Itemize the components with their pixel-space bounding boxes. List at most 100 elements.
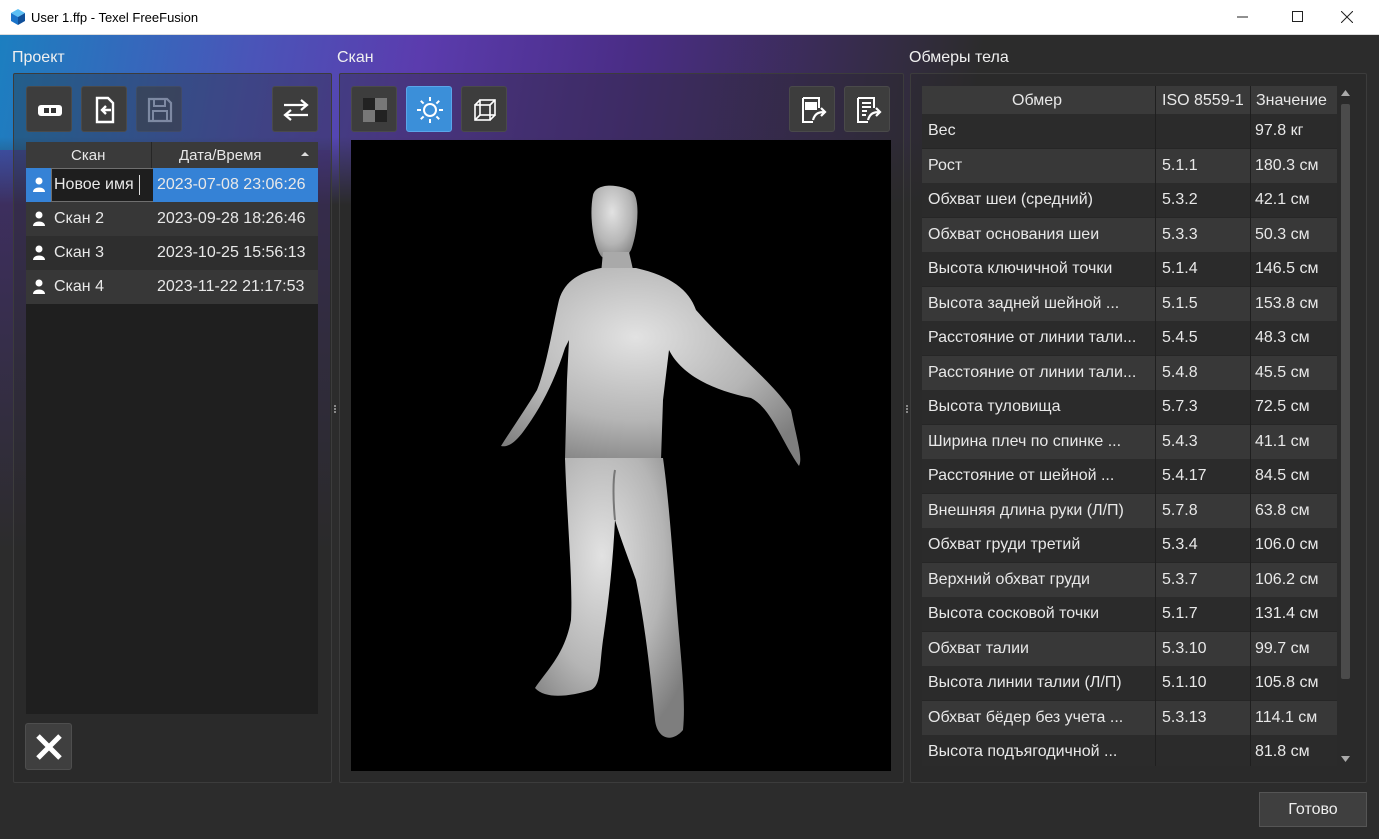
scan-row[interactable]: Скан 3 2023-10-25 15:56:13	[26, 236, 318, 270]
measurement-value: 105.8 см	[1255, 674, 1319, 691]
measurement-row[interactable]: Вес 97.8 кг	[922, 114, 1337, 148]
measurement-name: Высота линии талии (Л/П)	[928, 674, 1122, 691]
datetime-column-header[interactable]: Дата/Время	[179, 147, 262, 164]
scrollbar-thumb[interactable]	[1341, 104, 1350, 679]
value-column-header[interactable]: Значение	[1256, 92, 1327, 110]
measurement-value: 131.4 см	[1255, 605, 1319, 622]
texture-view-button[interactable]	[351, 86, 397, 132]
measurement-row[interactable]: Обхват талии 5.3.10 99.7 см	[922, 631, 1337, 666]
splitter-handle[interactable]	[906, 404, 910, 416]
splitter-handle[interactable]	[334, 404, 338, 416]
measurement-value: 50.3 см	[1255, 225, 1310, 243]
close-button[interactable]	[1324, 0, 1370, 34]
measurement-row[interactable]: Обхват основания шеи 5.3.3 50.3 см	[922, 217, 1337, 252]
measurement-value: 180.3 см	[1255, 156, 1319, 174]
swap-arrows-icon	[283, 99, 309, 121]
shaded-view-button[interactable]	[406, 86, 452, 132]
measurement-value: 114.1 см	[1255, 708, 1318, 726]
scan-name: Скан 4	[54, 278, 104, 295]
scroll-down-icon[interactable]	[1341, 756, 1350, 762]
measurement-row[interactable]: Расстояние от линии тали... 5.4.5 48.3 см	[922, 321, 1337, 355]
delete-x-icon	[36, 734, 62, 760]
measurement-iso: 5.3.2	[1162, 191, 1198, 208]
measurement-name: Обхват талии	[928, 639, 1029, 657]
column-divider	[1155, 86, 1156, 766]
export-report-icon	[857, 97, 882, 123]
measurement-iso: 5.3.13	[1162, 708, 1207, 726]
measurement-row[interactable]: Высота задней шейной ... 5.1.5 153.8 см	[922, 286, 1337, 321]
measurement-name: Вес	[928, 122, 956, 139]
measurement-row[interactable]: Обхват бёдер без учета ... 5.3.13 114.1 см	[922, 700, 1337, 735]
measurement-row[interactable]: Верхний обхват груди 5.3.7 106.2 см	[922, 562, 1337, 597]
scan-row[interactable]: Скан 2 2023-09-28 18:26:46	[26, 202, 318, 236]
swap-button[interactable]	[272, 86, 318, 132]
import-scan-button[interactable]	[81, 86, 127, 132]
measurement-row[interactable]: Высота подъягодичной ... 81.8 см	[922, 735, 1337, 766]
measurement-name: Расстояние от шейной ...	[928, 467, 1115, 484]
body-scan-model[interactable]	[351, 140, 891, 771]
measurement-row[interactable]: Расстояние от линии тали... 5.4.8 45.5 см	[922, 355, 1337, 390]
rename-scan-button[interactable]	[26, 86, 72, 132]
scan-row[interactable]: Скан 4 2023-11-22 21:17:53	[26, 270, 318, 304]
measurement-name: Обхват шеи (средний)	[928, 191, 1093, 208]
maximize-button[interactable]	[1275, 0, 1321, 34]
measure-column-header[interactable]: Обмер	[1012, 92, 1062, 110]
measurements-scrollbar[interactable]	[1338, 86, 1353, 766]
title-bar: User 1.ffp - Texel FreeFusion	[0, 0, 1379, 35]
measurement-value: 106.0 см	[1255, 536, 1319, 553]
measurement-value: 42.1 см	[1255, 191, 1310, 208]
measurement-name: Высота сосковой точки	[928, 605, 1100, 622]
measurement-row[interactable]: Высота туловища 5.7.3 72.5 см	[922, 390, 1337, 424]
save-disk-icon	[147, 97, 173, 123]
measurement-iso: 5.4.8	[1162, 363, 1198, 381]
minimize-icon	[1237, 16, 1248, 18]
scan-name: Скан 3	[54, 244, 104, 261]
scan-column-header[interactable]: Скан	[71, 147, 105, 164]
export-report-button[interactable]	[844, 86, 890, 132]
measurement-row[interactable]: Обхват груди третий 5.3.4 106.0 см	[922, 528, 1337, 562]
measurement-row[interactable]: Рост 5.1.1 180.3 см	[922, 148, 1337, 183]
wireframe-view-button[interactable]	[461, 86, 507, 132]
scan-section-title: Скан	[337, 49, 374, 66]
column-divider	[1250, 86, 1251, 766]
measurement-row[interactable]: Расстояние от шейной ... 5.4.17 84.5 см	[922, 459, 1337, 493]
measurement-value: 41.1 см	[1255, 432, 1310, 450]
scan-list: Скан Дата/Время Новое имя 2023-07-08 23:…	[26, 142, 318, 714]
measurement-row[interactable]: Высота линии талии (Л/П) 5.1.10 105.8 см	[922, 666, 1337, 700]
export-3d-icon	[802, 97, 827, 123]
save-button[interactable]	[136, 86, 182, 132]
minimize-button[interactable]	[1220, 0, 1266, 34]
done-button[interactable]: Готово	[1259, 792, 1367, 827]
measurement-row[interactable]: Высота сосковой точки 5.1.7 131.4 см	[922, 597, 1337, 631]
scan-row[interactable]: Новое имя 2023-07-08 23:06:26	[26, 168, 318, 202]
measurement-iso: 5.1.10	[1162, 674, 1207, 691]
column-divider	[151, 142, 152, 168]
measurement-row[interactable]: Обхват шеи (средний) 5.3.2 42.1 см	[922, 183, 1337, 217]
measurement-name: Обхват основания шеи	[928, 225, 1100, 243]
window-title: User 1.ffp - Texel FreeFusion	[31, 10, 199, 25]
scan-row-icon-cell	[26, 236, 51, 270]
export-3d-button[interactable]	[789, 86, 835, 132]
measurement-row[interactable]: Ширина плеч по спинке ... 5.4.3 41.1 см	[922, 424, 1337, 459]
measurement-value: 146.5 см	[1255, 260, 1319, 277]
scan-name: Скан 2	[54, 210, 104, 227]
measurement-iso: 5.3.4	[1162, 536, 1198, 553]
measurement-value: 106.2 см	[1255, 570, 1319, 588]
scan-name[interactable]: Новое имя	[54, 176, 134, 194]
measurement-name: Верхний обхват груди	[928, 570, 1090, 588]
delete-scan-button[interactable]	[25, 723, 72, 770]
measurement-value: 48.3 см	[1255, 329, 1310, 346]
measurement-iso: 5.4.3	[1162, 432, 1198, 450]
scroll-up-icon[interactable]	[1341, 90, 1350, 96]
iso-column-header[interactable]: ISO 8559-1	[1162, 92, 1244, 110]
measurement-name: Высота туловища	[928, 398, 1061, 415]
measurement-row[interactable]: Высота ключичной точки 5.1.4 146.5 см	[922, 252, 1337, 286]
scan-date: 2023-07-08 23:06:26	[157, 176, 306, 193]
measurement-row[interactable]: Внешняя длина руки (Л/П) 5.7.8 63.8 см	[922, 493, 1337, 528]
3d-scan-viewport[interactable]	[351, 140, 891, 771]
scan-date: 2023-09-28 18:26:46	[157, 210, 306, 227]
import-document-icon	[95, 96, 115, 124]
measurement-name: Обхват бёдер без учета ...	[928, 708, 1124, 726]
measurement-value: 63.8 см	[1255, 501, 1310, 519]
measurement-iso: 5.3.10	[1162, 639, 1207, 657]
